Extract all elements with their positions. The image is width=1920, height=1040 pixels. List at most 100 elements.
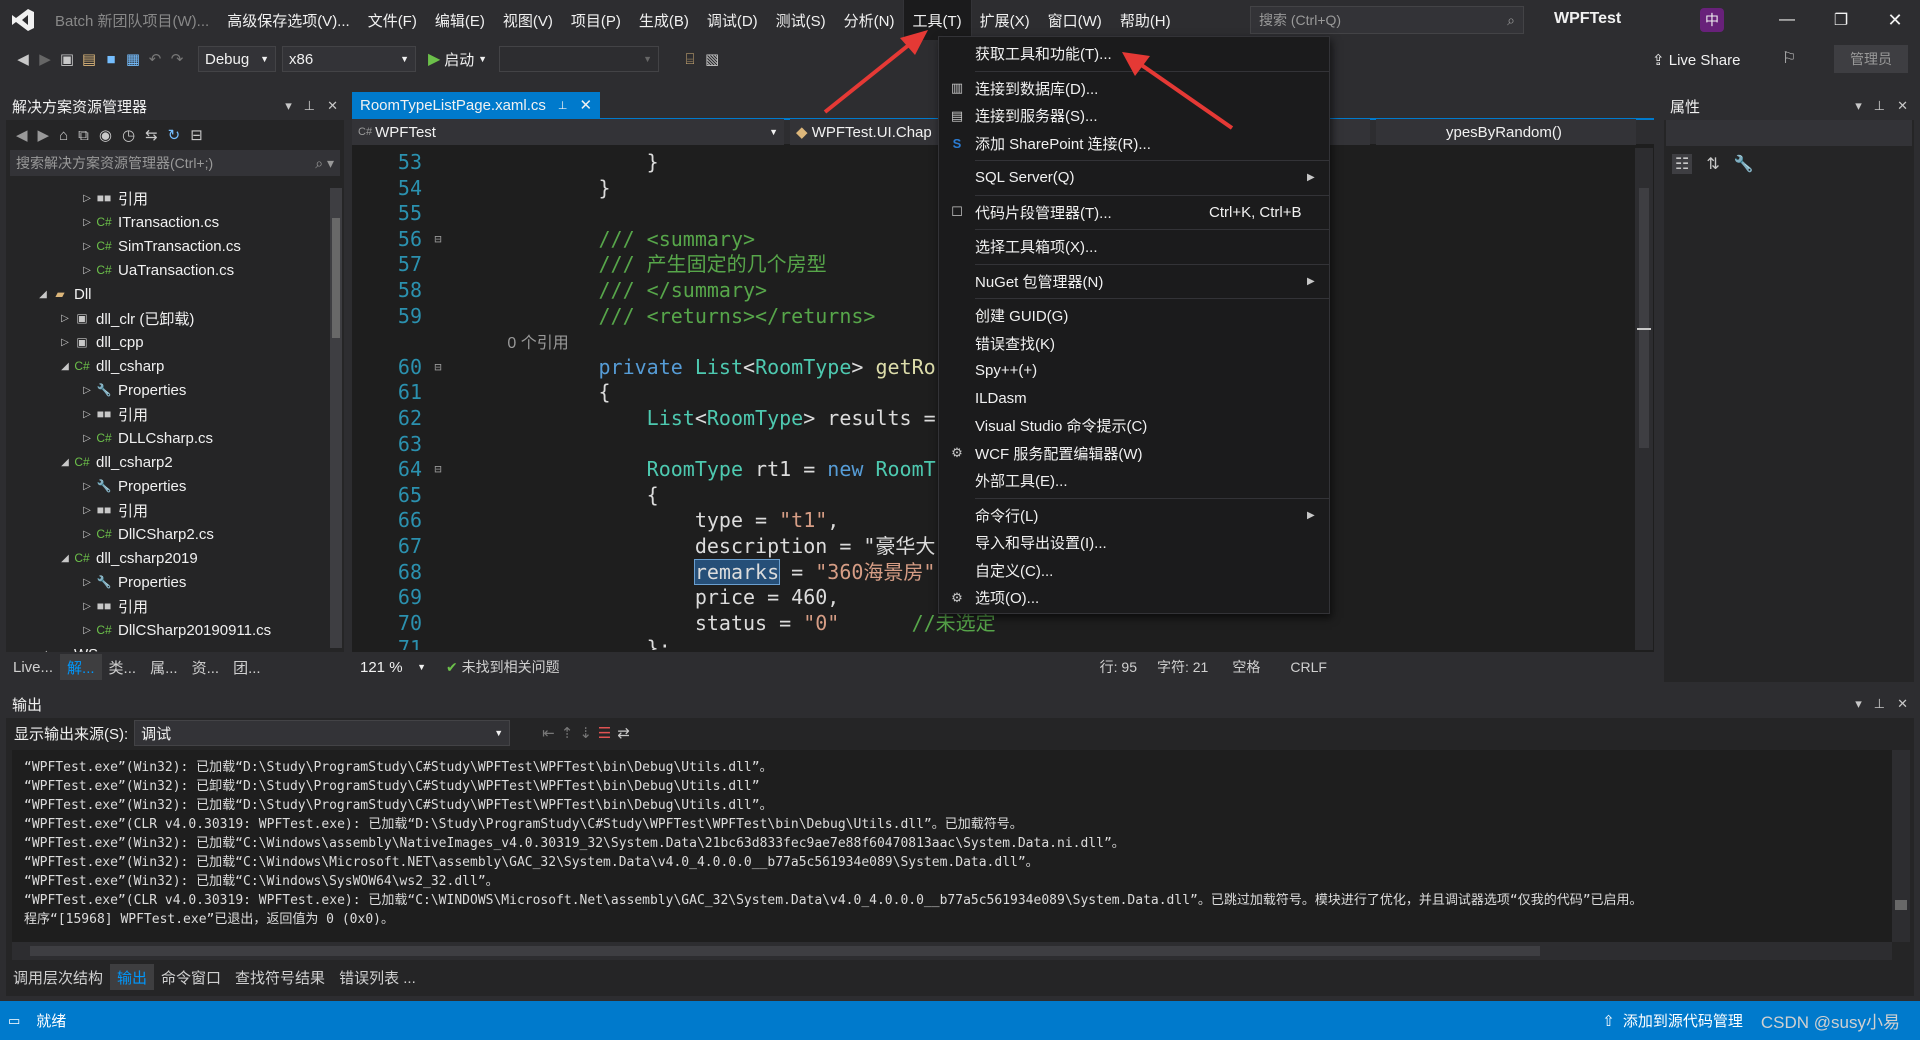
- collapsed-arrow-icon[interactable]: ▷: [80, 577, 94, 588]
- save-all-icon[interactable]: ▦: [122, 48, 144, 70]
- output-hscrollbar[interactable]: [12, 942, 1892, 960]
- menu-10[interactable]: 扩展(X): [971, 0, 1039, 40]
- tree-item[interactable]: ◢▰WS: [6, 642, 326, 653]
- collapsed-arrow-icon[interactable]: ▷: [80, 265, 94, 276]
- expanded-arrow-icon[interactable]: ◢: [58, 553, 72, 564]
- tools-menu-item[interactable]: 命令行(L) ▶: [939, 502, 1329, 530]
- close-panel-icon[interactable]: ✕: [327, 98, 338, 114]
- tree-item[interactable]: ▷ C# DllCSharp20190911.cs: [6, 618, 326, 642]
- pin-icon[interactable]: ⊥: [1874, 696, 1885, 712]
- tools-menu-item[interactable]: ☐ 代码片段管理器(T)... Ctrl+K, Ctrl+B: [939, 199, 1329, 227]
- tree-item[interactable]: ▷ 🔧 Properties: [6, 570, 326, 594]
- start-button[interactable]: ▶ 启动 ▼: [428, 49, 487, 70]
- menu-11[interactable]: 窗口(W): [1039, 0, 1111, 40]
- tools-menu-item[interactable]: ILDasm: [939, 385, 1329, 413]
- menu-0[interactable]: 高级保存选项(V)...: [218, 0, 359, 40]
- menu-8[interactable]: 分析(N): [835, 0, 904, 40]
- collapsed-arrow-icon[interactable]: ▷: [80, 481, 94, 492]
- tool-tab[interactable]: 输出: [110, 964, 155, 990]
- tree-item[interactable]: ▷ ▣ dll_clr (已卸载): [6, 306, 326, 330]
- ime-indicator[interactable]: 中: [1700, 8, 1724, 32]
- output-vscrollbar[interactable]: [1892, 750, 1910, 942]
- back-icon[interactable]: ◀: [12, 48, 34, 70]
- tree-item[interactable]: ▷ ■■ 引用: [6, 594, 326, 618]
- tools-menu-item[interactable]: 自定义(C)...: [939, 557, 1329, 585]
- nav-project-select[interactable]: C# WPFTest ▼: [352, 119, 784, 145]
- menu-5[interactable]: 生成(B): [630, 0, 698, 40]
- alphabetical-icon[interactable]: ⇅: [1706, 154, 1719, 174]
- menu-12[interactable]: 帮助(H): [1111, 0, 1180, 40]
- pin-icon[interactable]: ⊥: [1874, 98, 1885, 114]
- new-project-icon[interactable]: ▣: [56, 48, 78, 70]
- categorized-icon[interactable]: ☷: [1672, 154, 1693, 174]
- panel-tab[interactable]: 资...: [185, 654, 227, 680]
- tool-tab[interactable]: 查找符号结果: [228, 964, 332, 990]
- redo-icon[interactable]: ↷: [166, 48, 188, 70]
- tools-menu-item[interactable]: ▤ 连接到服务器(S)...: [939, 102, 1329, 130]
- platform-select[interactable]: x86 ▼: [282, 46, 416, 72]
- indentation-mode[interactable]: 空格: [1232, 657, 1260, 677]
- collapsed-arrow-icon[interactable]: ▷: [80, 217, 94, 228]
- expanded-arrow-icon[interactable]: ◢: [58, 361, 72, 372]
- tools-menu-item[interactable]: 获取工具和功能(T)...: [939, 40, 1329, 68]
- panel-tab[interactable]: 解...: [60, 654, 102, 680]
- output-source-select[interactable]: 调试 ▼: [134, 720, 511, 746]
- forward-icon[interactable]: ▶: [34, 48, 56, 70]
- undo-icon[interactable]: ↶: [144, 48, 166, 70]
- pin-icon[interactable]: ⊥: [304, 98, 315, 114]
- collapsed-arrow-icon[interactable]: ▷: [80, 409, 94, 420]
- collapsed-arrow-icon[interactable]: ▷: [80, 529, 94, 540]
- issues-label[interactable]: 未找到相关问题: [462, 657, 560, 677]
- menu-7[interactable]: 测试(S): [767, 0, 835, 40]
- expanded-arrow-icon[interactable]: ◢: [58, 457, 72, 468]
- tools-menu-item[interactable]: S 添加 SharePoint 连接(R)...: [939, 130, 1329, 158]
- dropdown-icon[interactable]: ▾: [1855, 696, 1862, 712]
- collapse-all-icon[interactable]: ⊟: [190, 126, 203, 144]
- tree-item[interactable]: ▷ ■■ 引用: [6, 402, 326, 426]
- tree-item[interactable]: ▷ 🔧 Properties: [6, 378, 326, 402]
- collapsed-arrow-icon[interactable]: ▷: [58, 337, 72, 348]
- tools-menu-item[interactable]: 选择工具箱项(X)...: [939, 233, 1329, 261]
- tools-menu-item[interactable]: 导入和导出设置(I)...: [939, 529, 1329, 557]
- tool-tab[interactable]: 错误列表 ...: [332, 964, 423, 990]
- sync-icon[interactable]: ⇆: [145, 126, 158, 144]
- menu-3[interactable]: 视图(V): [494, 0, 562, 40]
- tree-item[interactable]: ▷ C# DllCSharp2.cs: [6, 522, 326, 546]
- collapsed-arrow-icon[interactable]: ▷: [58, 313, 72, 324]
- tools-menu-item[interactable]: ▥ 连接到数据库(D)...: [939, 75, 1329, 103]
- tree-item[interactable]: ◢ ▰ Dll: [6, 282, 326, 306]
- back-icon[interactable]: ◀: [16, 126, 28, 144]
- tree-item[interactable]: ▷ ▣ dll_cpp: [6, 330, 326, 354]
- collapsed-arrow-icon[interactable]: ▷: [80, 625, 94, 636]
- collapse-toggle-icon[interactable]: ⊟: [422, 227, 454, 253]
- find-message-icon[interactable]: ⇤: [542, 724, 555, 742]
- tools-menu-item[interactable]: 创建 GUID(G): [939, 302, 1329, 330]
- feedback-icon[interactable]: ⚐: [1782, 48, 1796, 68]
- tool-tab[interactable]: 命令窗口: [154, 964, 228, 990]
- editor-scrollbar[interactable]: [1635, 148, 1653, 650]
- close-panel-icon[interactable]: ✕: [1897, 696, 1908, 712]
- menu-4[interactable]: 项目(P): [562, 0, 630, 40]
- nav-member-select[interactable]: ypesByRandom(): [1376, 119, 1636, 145]
- tree-item[interactable]: ◢ C# dll_csharp2019: [6, 546, 326, 570]
- tree-item[interactable]: ▷ C# SimTransaction.cs: [6, 234, 326, 258]
- tree-item[interactable]: ▷ C# DLLCsharp.cs: [6, 426, 326, 450]
- tree-item[interactable]: ▷ ■■ 引用: [6, 186, 326, 210]
- search-input[interactable]: 搜索 (Ctrl+Q) ⌕: [1250, 6, 1524, 34]
- globe-icon[interactable]: ◉: [99, 126, 112, 144]
- collapsed-arrow-icon[interactable]: ▷: [80, 505, 94, 516]
- panel-tab[interactable]: Live...: [6, 654, 60, 680]
- tools-menu-item[interactable]: Visual Studio 命令提示(C): [939, 412, 1329, 440]
- solution-search-input[interactable]: 搜索解决方案资源管理器(Ctrl+;) ⌕ ▾: [10, 150, 340, 176]
- tool-tab[interactable]: 调用层次结构: [6, 964, 110, 990]
- find-in-files-icon[interactable]: ⌸: [679, 48, 701, 70]
- tools-menu-item[interactable]: SQL Server(Q) ▶: [939, 164, 1329, 192]
- tools-menu-item[interactable]: ⚙ WCF 服务配置编辑器(W): [939, 440, 1329, 468]
- collapsed-arrow-icon[interactable]: ▷: [80, 601, 94, 612]
- home-icon[interactable]: ⌂: [59, 127, 68, 144]
- collapsed-arrow-icon[interactable]: ▷: [80, 385, 94, 396]
- dropdown-icon[interactable]: ▾: [285, 98, 292, 114]
- expanded-arrow-icon[interactable]: ◢: [36, 289, 50, 300]
- forward-icon[interactable]: ▶: [38, 126, 50, 144]
- collapse-toggle-icon[interactable]: ⊟: [422, 457, 454, 483]
